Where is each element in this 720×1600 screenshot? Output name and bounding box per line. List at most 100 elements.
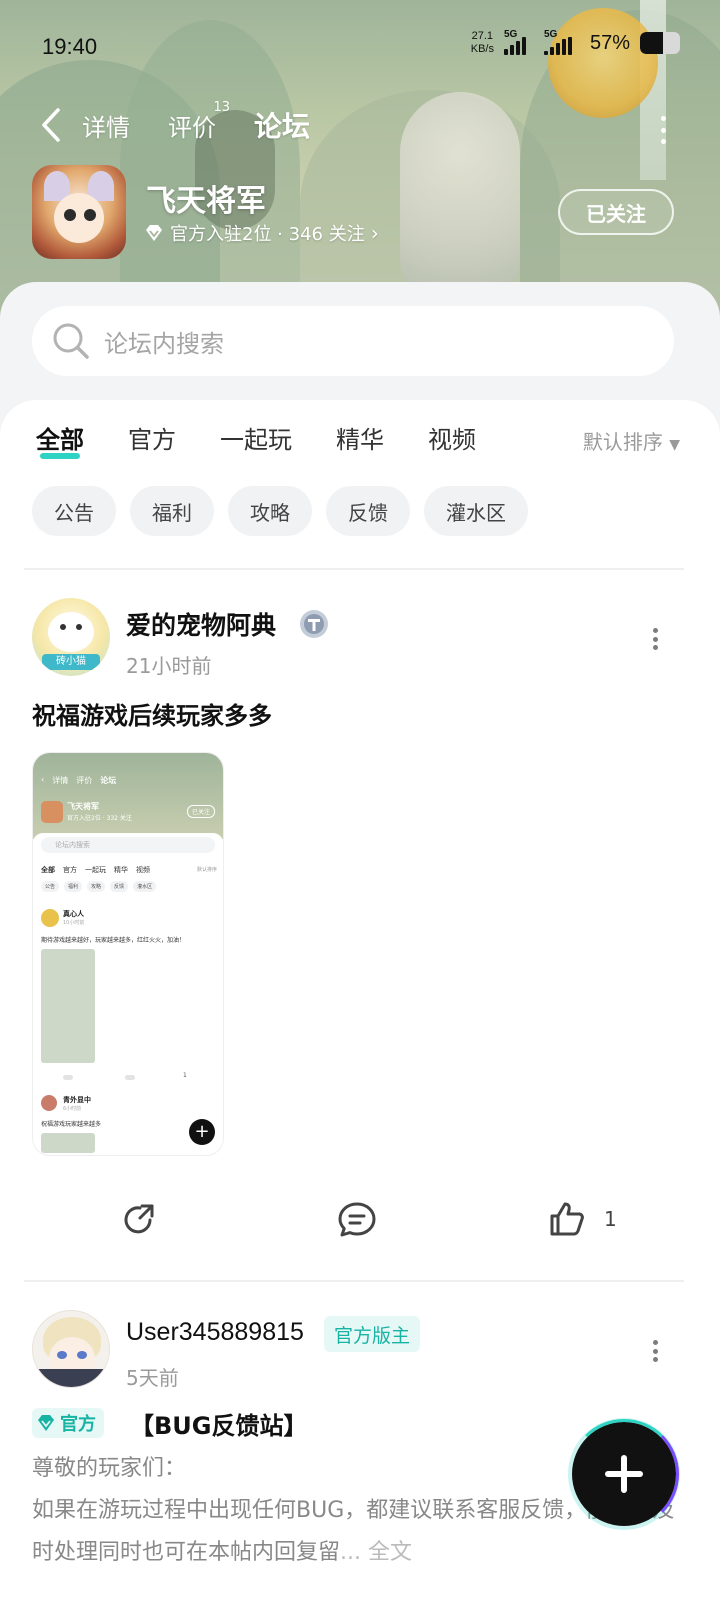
official-tag: 官方	[32, 1408, 104, 1438]
thumb-meta: 官方入驻2位 · 332 关注	[67, 815, 132, 822]
search-placeholder: 论坛内搜索	[104, 329, 224, 358]
post-author[interactable]: 爱的宠物阿典	[126, 606, 276, 642]
divider	[24, 1280, 684, 1282]
category-tab-play-together[interactable]: 一起玩	[220, 420, 292, 455]
network-speed: 27.1 KB/s	[471, 30, 494, 56]
chip-water-cooler[interactable]: 灌水区	[424, 486, 528, 536]
thumb-tab: 论坛	[100, 776, 117, 785]
thumb-post-image	[41, 949, 95, 1063]
signal-tag: 5G	[503, 29, 518, 40]
thumb-nav: ‹ 详情 评价 论坛	[41, 775, 116, 786]
follow-button[interactable]: 已关注	[558, 189, 674, 235]
post-time: 21小时前	[126, 654, 212, 678]
post-menu-icon[interactable]	[651, 1340, 659, 1362]
tab-reviews-label: 评价	[168, 113, 216, 142]
more-options-icon[interactable]	[658, 116, 668, 144]
chevron-right-icon: ›	[370, 221, 379, 245]
post-time: 5天前	[126, 1366, 179, 1390]
level-badge-icon	[300, 610, 328, 638]
post-title[interactable]: 祝福游戏后续玩家多多	[32, 696, 272, 731]
category-tab-official[interactable]: 官方	[128, 420, 176, 455]
search-icon	[53, 323, 89, 359]
post-actions: 1	[0, 1200, 720, 1260]
battery-icon	[640, 32, 680, 54]
thumb-tab: 评价	[76, 776, 93, 785]
thumb-search: 论坛内搜索	[41, 837, 215, 853]
thumb-back-icon: ‹	[41, 775, 45, 784]
thumb-title: 飞天将军	[67, 802, 99, 811]
thumb-post-author: 青外显中	[63, 1096, 91, 1104]
game-meta[interactable]: 官方入驻2位 · 346 关注 ›	[144, 220, 379, 246]
post-menu-icon[interactable]	[651, 628, 659, 650]
sort-label: 默认排序	[582, 430, 663, 454]
category-tab-all[interactable]: 全部	[36, 420, 84, 459]
post-image[interactable]: ‹ 详情 评价 论坛 飞天将军 官方入驻2位 · 332 关注 已关注 论坛内搜…	[32, 752, 224, 1156]
moderator-badge: 官方版主	[324, 1316, 421, 1352]
signal-tag: 5G	[543, 29, 558, 40]
network-speed-value: 27.1	[471, 30, 494, 42]
banner-cat-character	[548, 8, 658, 118]
game-title: 飞天将军	[146, 184, 266, 219]
thumb-cat: 官方	[63, 866, 77, 874]
post-title[interactable]: 【BUG反馈站】	[130, 1406, 307, 1441]
thumb-avatar	[41, 909, 59, 927]
thumb-avatar	[41, 1095, 57, 1111]
chip-feedback[interactable]: 反馈	[326, 486, 410, 536]
thumb-post-author: 真心人	[63, 910, 84, 918]
thumb-cats: 全部 官方 一起玩 精华 视频	[41, 865, 150, 875]
thumb-post-image	[41, 1133, 95, 1153]
post-author[interactable]: User345889815	[126, 1318, 304, 1347]
category-tab-featured[interactable]: 精华	[336, 420, 384, 455]
category-tabs: 全部 官方 一起玩 精华 视频	[36, 420, 520, 459]
caret-down-icon: ▼	[669, 437, 680, 453]
tab-forum-label: 论坛	[254, 110, 311, 143]
thumbs-up-icon	[550, 1202, 584, 1236]
search-input[interactable]: 论坛内搜索	[32, 306, 674, 376]
official-tag-label: 官方	[60, 1414, 96, 1435]
thumb-chip: 攻略	[87, 881, 106, 892]
thumb-cat: 全部	[41, 866, 55, 874]
read-more-link[interactable]: ... 全文	[340, 1540, 412, 1565]
sort-dropdown[interactable]: 默认排序 ▼	[583, 426, 680, 455]
comment-button[interactable]	[336, 1200, 378, 1240]
like-button[interactable]: 1	[548, 1200, 617, 1238]
chip-guides[interactable]: 攻略	[228, 486, 312, 536]
avatar[interactable]: 砖小猫	[32, 598, 110, 676]
thumb-cat: 精华	[114, 866, 128, 874]
thumb-like-count: 1	[183, 1072, 187, 1079]
game-meta-text: 官方入驻2位 · 346 关注	[170, 224, 365, 245]
thumb-header	[33, 753, 223, 839]
status-time: 19:40	[42, 34, 98, 59]
back-arrow-icon[interactable]	[36, 100, 66, 150]
avatar[interactable]	[32, 1310, 110, 1388]
thumb-post-time: 10小时前	[63, 920, 85, 926]
topic-chips: 公告 福利 攻略 反馈 灌水区	[32, 486, 528, 536]
thumb-chip: 福利	[64, 881, 83, 892]
tab-details[interactable]: 详情	[82, 108, 130, 143]
thumb-action	[63, 1075, 73, 1080]
tab-reviews[interactable]: 评价 13	[168, 100, 230, 143]
diamond-icon	[146, 225, 162, 241]
thumb-sort: 默认排序	[196, 867, 217, 873]
top-nav: 详情 评价 13 论坛	[36, 100, 348, 150]
share-button[interactable]	[120, 1200, 160, 1240]
comment-icon	[338, 1202, 376, 1237]
thumb-post-text: 祝福游戏玩家越来越多	[41, 1121, 102, 1128]
thumb-follow: 已关注	[186, 805, 215, 818]
tab-forum[interactable]: 论坛	[254, 105, 311, 145]
chip-announcement[interactable]: 公告	[32, 486, 116, 536]
battery-percent: 57%	[589, 31, 630, 54]
thumb-game-icon	[41, 801, 63, 823]
thumb-cat: 一起玩	[85, 866, 106, 874]
network-speed-unit: KB/s	[470, 43, 494, 55]
game-header-banner: 19:40 27.1 KB/s 5G 5G 57% 详情 评价 13 论坛 飞天将…	[0, 0, 720, 320]
game-app-icon[interactable]	[32, 165, 126, 259]
chip-benefits[interactable]: 福利	[130, 486, 214, 536]
category-tab-video[interactable]: 视频	[428, 420, 476, 455]
thumb-chips: 公告 福利 攻略 反馈 灌水区	[41, 881, 157, 892]
create-post-button[interactable]	[569, 1419, 679, 1529]
thumb-post-time: 6小时前	[63, 1106, 82, 1112]
avatar-badge: 砖小猫	[42, 654, 100, 670]
plus-icon	[605, 1455, 643, 1493]
diamond-icon	[38, 1415, 54, 1431]
